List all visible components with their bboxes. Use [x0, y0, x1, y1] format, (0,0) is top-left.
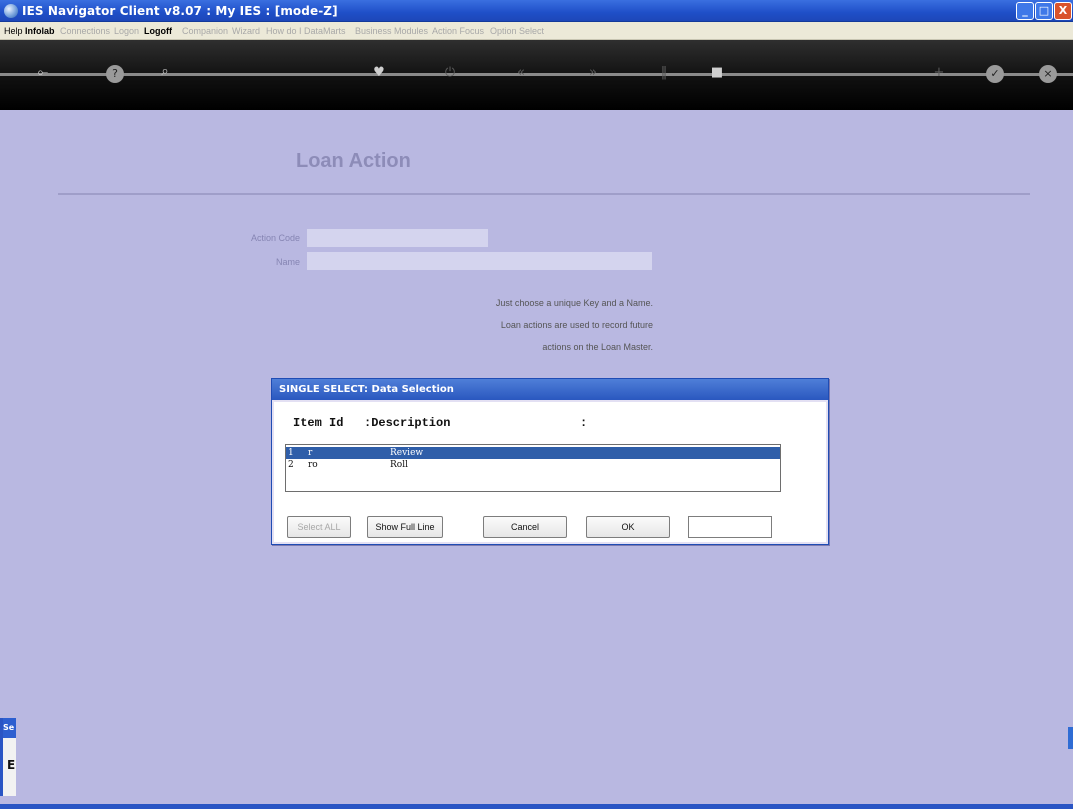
list-item-description: Review — [390, 448, 424, 458]
list-item-id: r — [308, 448, 313, 458]
selection-list[interactable]: 1 r Review 2 ro Roll — [285, 444, 781, 492]
hint-line-2: Loan actions are used to record future — [500, 320, 653, 330]
form-divider — [58, 193, 1030, 195]
toolbar: ⟜ ? ⌕ ♥ ⏻ « » ‖ ■ + ✓ × — [0, 40, 1073, 110]
menu-action-focus[interactable]: Action Focus — [432, 26, 484, 36]
key-icon[interactable]: ⟜ — [34, 64, 52, 82]
menu-wizard[interactable]: Wizard — [232, 26, 260, 36]
list-item[interactable]: 2 ro Roll — [286, 459, 780, 471]
cancel-button[interactable]: Cancel — [483, 516, 567, 538]
fast-forward-icon[interactable]: » — [584, 64, 602, 82]
dialog-search-input[interactable] — [688, 516, 772, 538]
menu-logoff[interactable]: Logoff — [144, 26, 172, 36]
menu-business-modules[interactable]: Business Modules — [355, 26, 428, 36]
menu-bar: Help Infolab Connections Logon Logoff Co… — [0, 22, 1073, 40]
dialog-title[interactable]: SINGLE SELECT: Data Selection — [272, 379, 828, 400]
menu-how-do-i[interactable]: How do I — [266, 26, 302, 36]
window-title-bar[interactable]: IES Navigator Client v8.07 : My IES : [m… — [0, 0, 1073, 22]
list-item-id: ro — [308, 460, 318, 470]
pause-icon[interactable]: ‖ — [655, 64, 673, 82]
side-panel-tab[interactable]: Se — [3, 718, 16, 738]
maximize-button[interactable]: □ — [1035, 2, 1053, 20]
select-all-button[interactable]: Select ALL — [287, 516, 351, 538]
stop-icon[interactable]: ■ — [708, 64, 726, 82]
menu-infolab[interactable]: Infolab — [25, 26, 55, 36]
menu-logon[interactable]: Logon — [114, 26, 139, 36]
window-title: IES Navigator Client v8.07 : My IES : [m… — [22, 4, 338, 18]
name-input[interactable] — [307, 252, 652, 270]
menu-option-select[interactable]: Option Select — [490, 26, 544, 36]
ok-button[interactable]: OK — [586, 516, 670, 538]
help-icon[interactable]: ? — [106, 65, 124, 83]
app-globe-icon — [4, 4, 18, 18]
side-panel-letter: E — [7, 758, 16, 772]
action-code-input[interactable] — [307, 229, 488, 247]
rewind-icon[interactable]: « — [512, 64, 530, 82]
menu-connections[interactable]: Connections — [60, 26, 110, 36]
hint-line-3: actions on the Loan Master. — [542, 342, 653, 352]
heart-icon[interactable]: ♥ — [370, 64, 388, 82]
column-header-extra: : — [580, 416, 588, 430]
name-label: Name — [275, 257, 300, 267]
action-code-label: Action Code — [250, 233, 300, 243]
data-selection-dialog: SINGLE SELECT: Data Selection Item Id :D… — [271, 378, 829, 545]
menu-datamarts[interactable]: DataMarts — [304, 26, 346, 36]
menu-help[interactable]: Help — [4, 26, 23, 36]
close-window-button[interactable]: X — [1054, 2, 1072, 20]
power-icon[interactable]: ⏻ — [441, 64, 459, 82]
minimize-button[interactable]: _ — [1016, 2, 1034, 20]
check-icon[interactable]: ✓ — [986, 65, 1004, 83]
column-header-item-id: Item Id — [293, 416, 344, 430]
right-edge-tab[interactable] — [1068, 727, 1073, 749]
hint-line-1: Just choose a unique Key and a Name. — [495, 298, 653, 308]
close-icon[interactable]: × — [1039, 65, 1057, 83]
search-icon[interactable]: ⌕ — [156, 63, 174, 81]
list-item[interactable]: 1 r Review — [286, 447, 780, 459]
show-full-line-button[interactable]: Show Full Line — [367, 516, 443, 538]
form-title: Loan Action — [296, 150, 411, 172]
side-panel[interactable]: Se E — [0, 718, 16, 796]
list-item-description: Roll — [390, 460, 408, 470]
list-item-number: 2 — [288, 460, 294, 470]
column-header-description: :Description — [364, 416, 451, 430]
menu-companion[interactable]: Companion — [182, 26, 228, 36]
list-item-number: 1 — [288, 448, 294, 458]
add-icon[interactable]: + — [930, 64, 948, 82]
dialog-body: Item Id :Description : 1 r Review 2 ro R… — [274, 402, 826, 542]
bottom-border — [0, 804, 1073, 809]
